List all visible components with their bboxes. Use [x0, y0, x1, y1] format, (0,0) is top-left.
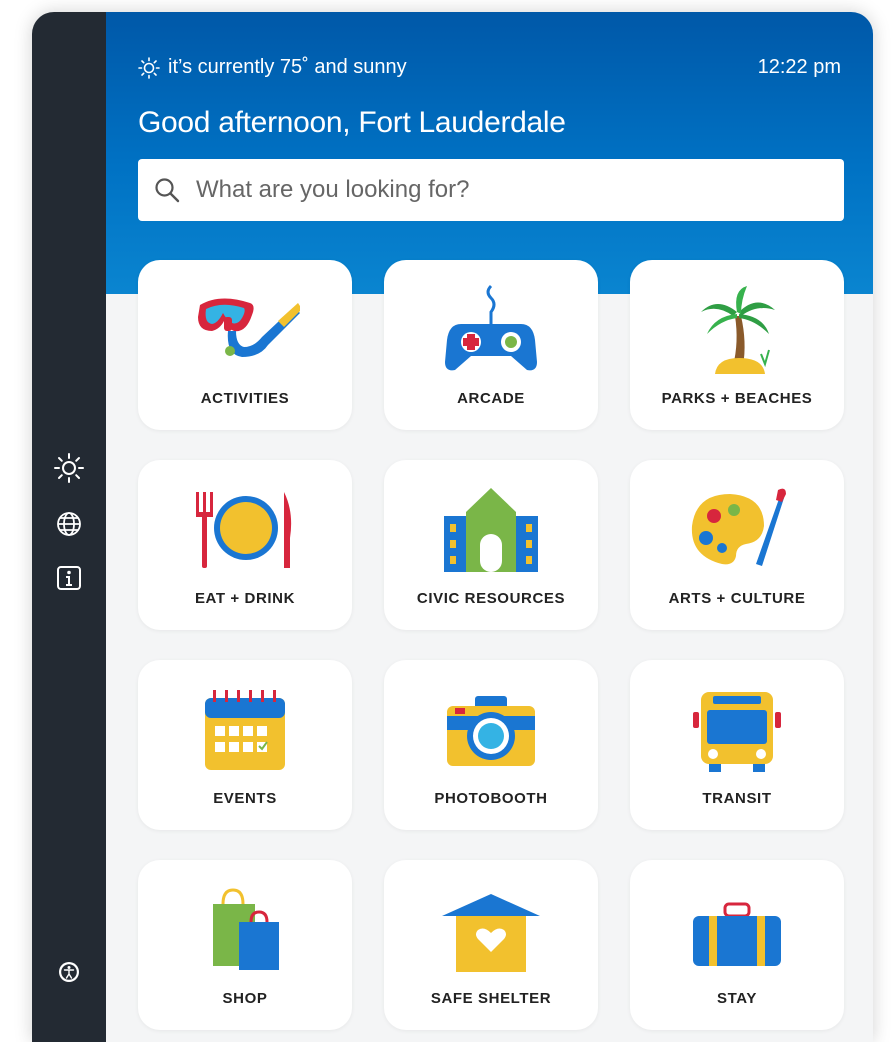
language-button[interactable] [51, 506, 87, 542]
search-bar[interactable] [138, 159, 844, 221]
tile-label: EVENTS [213, 790, 277, 807]
tile-eat-drink[interactable]: EAT + DRINK [138, 460, 352, 630]
kiosk-screen: it’s currently 75˚ and sunny 12:22 pm Go… [32, 12, 873, 1042]
shopping-bags-icon [213, 888, 279, 970]
sidebar [32, 12, 106, 1042]
accessibility-icon [59, 962, 79, 982]
tile-arcade[interactable]: ARCADE [384, 260, 598, 430]
civic-building-icon [444, 488, 538, 572]
weather-status: it’s currently 75˚ and sunny [138, 56, 407, 79]
main-area: it’s currently 75˚ and sunny 12:22 pm Go… [106, 12, 873, 1042]
accessibility-button[interactable] [51, 954, 87, 990]
brightness-icon [54, 453, 84, 483]
globe-icon [57, 512, 81, 536]
palm-tree-icon [701, 286, 775, 374]
tile-label: STAY [717, 990, 757, 1007]
bus-icon [693, 692, 781, 772]
tile-activities[interactable]: ACTIVITIES [138, 260, 352, 430]
tile-label: TRANSIT [702, 790, 772, 807]
tile-civic-resources[interactable]: CIVIC RESOURCES [384, 460, 598, 630]
tile-arts-culture[interactable]: ARTS + CULTURE [630, 460, 844, 630]
tile-events[interactable]: EVENTS [138, 660, 352, 830]
tile-parks-beaches[interactable]: PARKS + BEACHES [630, 260, 844, 430]
tile-label: SAFE SHELTER [430, 990, 552, 1007]
tile-label: SHOP [222, 990, 268, 1007]
tile-label: ARTS + CULTURE [668, 590, 806, 607]
clock: 12:22 pm [757, 56, 841, 78]
header: it’s currently 75˚ and sunny 12:22 pm Go… [106, 12, 873, 294]
weather-text: it’s currently 75˚ and sunny [168, 56, 407, 78]
tile-label: CIVIC RESOURCES [416, 590, 566, 607]
shelter-heart-icon [442, 894, 540, 972]
info-button[interactable] [51, 560, 87, 596]
tile-photobooth[interactable]: PHOTOBOOTH [384, 660, 598, 830]
snorkel-mask-icon [198, 298, 300, 357]
tile-label: PHOTOBOOTH [434, 790, 548, 807]
tile-label: ARCADE [457, 390, 525, 407]
camera-icon [447, 696, 535, 766]
search-icon [155, 178, 180, 203]
info-icon [57, 566, 81, 590]
tile-transit[interactable]: TRANSIT [630, 660, 844, 830]
search-input[interactable] [194, 175, 798, 205]
tile-safe-shelter[interactable]: SAFE SHELTER [384, 860, 598, 1030]
tile-label: EAT + DRINK [194, 590, 296, 607]
calendar-icon [205, 690, 285, 770]
tile-label: PARKS + BEACHES [661, 390, 813, 407]
greeting-title: Good afternoon, Fort Lauderdale [138, 106, 566, 139]
plate-utensils-icon [196, 492, 292, 568]
tile-shop[interactable]: SHOP [138, 860, 352, 1030]
brightness-button[interactable] [51, 450, 87, 486]
tile-stay[interactable]: STAY [630, 860, 844, 1030]
sun-icon [138, 56, 160, 79]
suitcase-icon [693, 902, 781, 966]
game-controller-icon [445, 284, 537, 371]
tile-label: ACTIVITIES [200, 390, 290, 407]
paint-palette-icon [691, 488, 786, 566]
